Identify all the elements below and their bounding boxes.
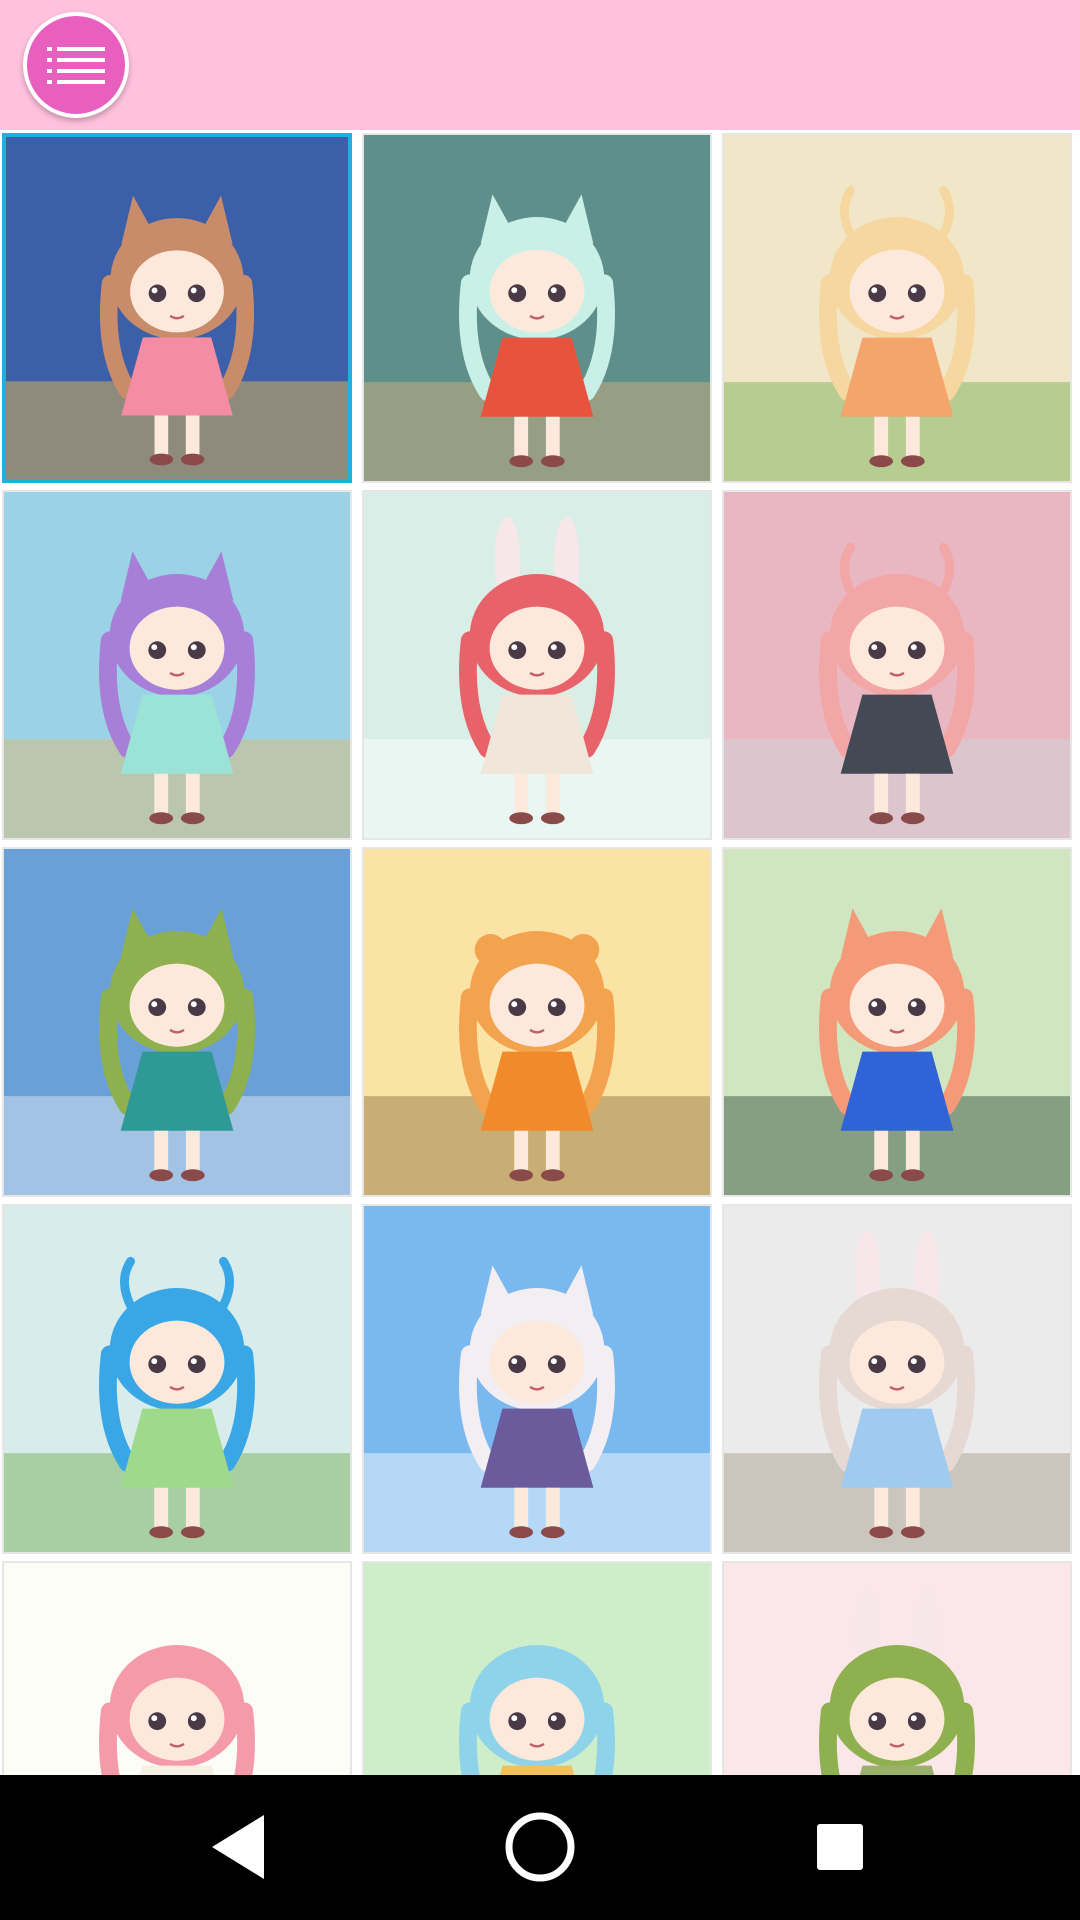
gallery-item-character-12[interactable] <box>722 1204 1072 1554</box>
character-illustration <box>724 849 1070 1195</box>
gallery-item-character-14[interactable] <box>362 1561 712 1775</box>
gallery-item-character-5[interactable] <box>362 490 712 840</box>
top-bar <box>0 0 1080 130</box>
character-illustration <box>4 1206 350 1552</box>
gallery-item-character-13[interactable] <box>2 1561 352 1775</box>
character-illustration <box>4 849 350 1195</box>
character-illustration <box>6 137 348 479</box>
character-illustration <box>724 1563 1070 1775</box>
menu-button[interactable] <box>23 12 129 118</box>
character-illustration <box>724 135 1070 481</box>
gallery-item-character-8[interactable] <box>362 847 712 1197</box>
character-illustration <box>4 1563 350 1775</box>
gallery-item-character-9[interactable] <box>722 847 1072 1197</box>
back-triangle-icon <box>212 1815 264 1879</box>
recents-button[interactable] <box>790 1797 890 1897</box>
gallery-item-character-1[interactable] <box>2 133 352 483</box>
character-illustration <box>364 1206 710 1552</box>
system-navigation-bar <box>0 1775 1080 1920</box>
character-illustration <box>364 1563 710 1775</box>
gallery-item-character-11[interactable] <box>362 1204 712 1554</box>
home-circle-icon <box>505 1812 575 1882</box>
character-gallery-grid <box>0 133 1080 1775</box>
gallery-item-character-7[interactable] <box>2 847 352 1197</box>
gallery-item-character-15[interactable] <box>722 1561 1072 1775</box>
character-illustration <box>724 1206 1070 1552</box>
gallery-item-character-6[interactable] <box>722 490 1072 840</box>
back-button[interactable] <box>190 1797 290 1897</box>
recents-square-icon <box>817 1824 863 1870</box>
character-illustration <box>364 492 710 838</box>
gallery-item-character-10[interactable] <box>2 1204 352 1554</box>
hamburger-menu-icon <box>47 47 105 84</box>
character-illustration <box>364 849 710 1195</box>
home-button[interactable] <box>490 1797 590 1897</box>
gallery-item-character-3[interactable] <box>722 133 1072 483</box>
character-illustration <box>364 135 710 481</box>
character-illustration <box>724 492 1070 838</box>
gallery-item-character-4[interactable] <box>2 490 352 840</box>
character-illustration <box>4 492 350 838</box>
gallery-item-character-2[interactable] <box>362 133 712 483</box>
